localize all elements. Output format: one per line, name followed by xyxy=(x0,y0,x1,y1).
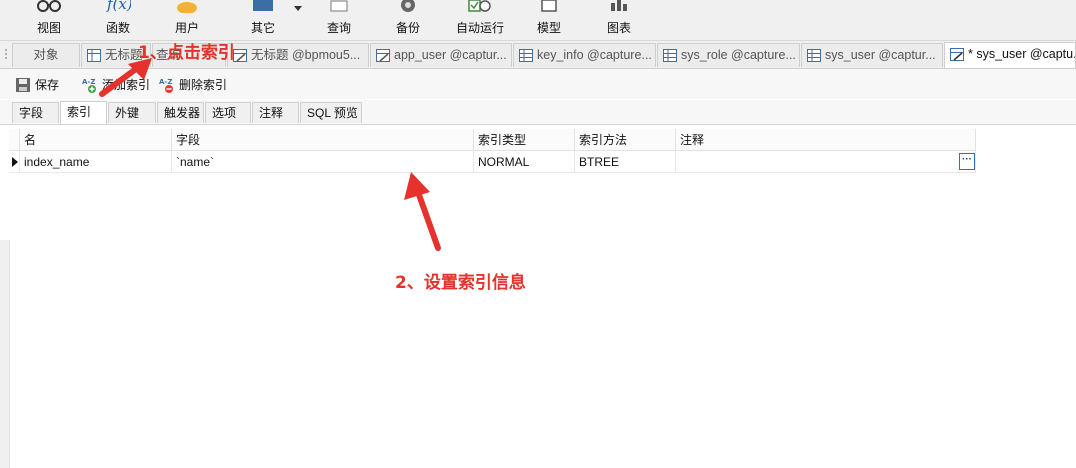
tab-app-user[interactable]: app_user @captur... xyxy=(370,43,512,67)
table-icon xyxy=(519,49,533,62)
delete-index-icon: A-Z xyxy=(159,78,173,93)
user-icon xyxy=(177,2,197,13)
cell-index-name[interactable]: index_name xyxy=(20,151,172,173)
cell-index-method[interactable]: BTREE xyxy=(575,151,676,173)
tab-triggers[interactable]: 触发器 xyxy=(157,102,204,123)
save-label: 保存 xyxy=(35,78,60,92)
tab-indexes[interactable]: 索引 xyxy=(60,101,107,124)
toolbar-schedule-button[interactable]: 自动运行 xyxy=(450,0,510,40)
row-indicator-header xyxy=(9,129,20,151)
arrow-step2-icon xyxy=(404,172,441,251)
column-header-fields[interactable]: 字段 xyxy=(172,129,474,151)
model-icon xyxy=(541,0,557,12)
toolbar-function-button[interactable]: f(x) 函数 xyxy=(93,0,143,40)
row-indicator[interactable] xyxy=(9,151,20,173)
tab-sql-preview-label: SQL 预览 xyxy=(307,106,358,120)
toolbar-backup-label: 备份 xyxy=(395,21,420,35)
toolbar-query-label: 查询 xyxy=(326,21,351,35)
tab-sys-user-design[interactable]: * sys_user @captu... xyxy=(944,42,1076,68)
table-icon xyxy=(807,49,821,62)
grip-icon xyxy=(5,49,7,59)
toolbar-user-button[interactable]: 用户 xyxy=(162,0,212,40)
annotation-step2: 2、设置索引信息 xyxy=(395,273,526,293)
cell-index-comment[interactable] xyxy=(676,151,976,173)
comment-more-button[interactable]: ··· xyxy=(959,153,975,170)
toolbar-model-button[interactable]: 模型 xyxy=(524,0,574,40)
toolbar-chart-button[interactable]: 图表 xyxy=(594,0,644,40)
annotation-step1: 1、点击索引 xyxy=(138,43,235,63)
tab-foreign-keys[interactable]: 外键 xyxy=(108,102,156,123)
table-edit-icon xyxy=(950,48,964,61)
tab-label: * sys_user @captu... xyxy=(968,47,1076,61)
tab-options-label: 选项 xyxy=(212,106,237,120)
tab-sys-user[interactable]: sys_user @captur... xyxy=(801,43,943,67)
design-subtabs: 字段 索引 外键 触发器 选项 注释 SQL 预览 xyxy=(0,100,1076,125)
index-grid: 名 字段 索引类型 索引方法 注释 index_name `name` NORM… xyxy=(9,126,976,174)
toolbar-model-label: 模型 xyxy=(536,21,561,35)
svg-text:f(x): f(x) xyxy=(106,0,131,13)
backup-icon xyxy=(401,0,415,12)
toolbar-schedule-label: 自动运行 xyxy=(455,21,504,35)
delete-index-label: 删除索引 xyxy=(179,78,228,92)
schedule-icon xyxy=(468,0,491,12)
table-edit-icon xyxy=(376,49,390,62)
toolbar-other-button[interactable]: 其它 xyxy=(238,0,288,40)
tab-key-info[interactable]: key_info @capture... xyxy=(513,43,656,67)
chart-icon xyxy=(611,0,627,11)
column-header-name[interactable]: 名 xyxy=(20,129,172,151)
tab-comment-label: 注释 xyxy=(259,106,284,120)
tab-comment[interactable]: 注释 xyxy=(252,102,299,123)
tab-untitled-2[interactable]: 无标题 @bpmou5... xyxy=(227,43,369,67)
chevron-down-icon[interactable] xyxy=(294,6,302,12)
tab-label: sys_user @captur... xyxy=(825,48,936,62)
toolbar-backup-button[interactable]: 备份 xyxy=(383,0,433,40)
tab-options[interactable]: 选项 xyxy=(205,102,251,123)
toolbar-chart-label: 图表 xyxy=(606,21,631,35)
toolbar-function-label: 函数 xyxy=(105,21,130,35)
tab-triggers-label: 触发器 xyxy=(164,106,201,120)
tab-sql-preview[interactable]: SQL 预览 xyxy=(300,102,362,123)
tab-label: sys_role @capture... xyxy=(681,48,796,62)
tab-indexes-label: 索引 xyxy=(67,105,92,119)
column-header-index-method[interactable]: 索引方法 xyxy=(575,129,676,151)
query-icon xyxy=(330,0,348,12)
tab-label: key_info @capture... xyxy=(537,48,652,62)
left-panel-edge xyxy=(0,240,10,468)
cell-index-type[interactable]: NORMAL xyxy=(474,151,575,173)
tab-sys-role[interactable]: sys_role @capture... xyxy=(657,43,800,67)
glasses-icon xyxy=(37,0,61,12)
save-icon xyxy=(16,78,30,92)
toolbar-other-label: 其它 xyxy=(250,21,275,35)
column-header-comment[interactable]: 注释 xyxy=(676,129,976,151)
other-icon xyxy=(253,0,273,11)
editor-toolbar: 保存 A-Z 添加索引 A-Z 删除索引 xyxy=(0,69,1076,99)
tab-foreign-keys-label: 外键 xyxy=(115,106,140,120)
row-pointer-icon xyxy=(12,157,18,167)
tab-fields[interactable]: 字段 xyxy=(12,102,59,123)
table-icon xyxy=(663,49,677,62)
main-toolbar: 视图 f(x) 函数 用户 其它 查询 备份 自动运行 模型 图表 xyxy=(0,0,1076,41)
tab-fields-label: 字段 xyxy=(19,106,44,120)
function-icon: f(x) xyxy=(106,0,131,13)
toolbar-view-label: 视图 xyxy=(36,21,61,35)
tab-label: 无标题 @bpmou5... xyxy=(251,48,361,62)
tab-label: app_user @captur... xyxy=(394,48,507,62)
toolbar-view-button[interactable]: 视图 xyxy=(24,0,74,40)
tab-objects[interactable]: 对象 xyxy=(12,43,80,67)
svg-text:A-Z: A-Z xyxy=(82,78,95,86)
toolbar-query-button[interactable]: 查询 xyxy=(314,0,364,40)
table-edit-icon xyxy=(233,49,247,62)
column-header-index-type[interactable]: 索引类型 xyxy=(474,129,575,151)
tab-objects-label: 对象 xyxy=(33,48,59,62)
svg-text:A-Z: A-Z xyxy=(159,78,172,86)
toolbar-user-label: 用户 xyxy=(174,21,199,35)
